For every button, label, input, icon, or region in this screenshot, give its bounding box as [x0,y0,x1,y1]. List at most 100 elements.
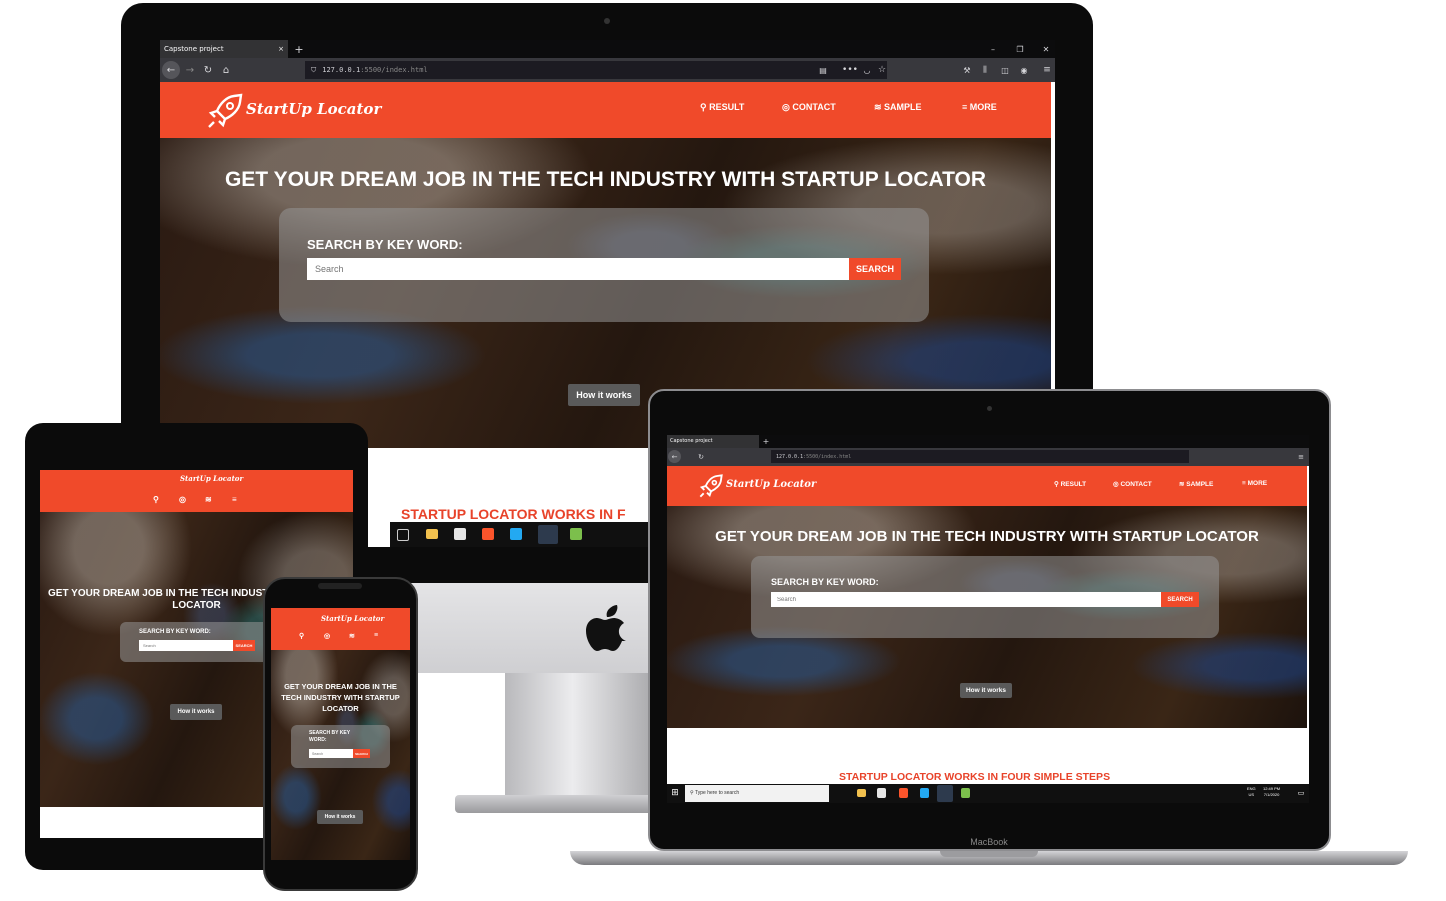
laptop-vscode-icon[interactable] [920,788,929,798]
phone-nav-contact-icon[interactable]: ◎ [324,632,330,640]
phone-search-card: SEARCH BY KEY WORD: SEARCH [291,725,390,768]
tab-title: Capstone project [164,45,224,53]
laptop-tab-title: Capstone project [670,438,713,444]
store-icon[interactable] [454,528,466,540]
wifi-icon: ≋ [874,102,885,112]
laptop-hero-title: GET YOUR DREAM JOB IN THE TECH INDUSTRY … [715,528,1259,545]
laptop-search-input[interactable] [771,592,1161,607]
nav-sample[interactable]: ≋ SAMPLE [874,102,922,113]
maximize-button[interactable]: ❐ [1013,40,1027,58]
phone-nav-menu-icon[interactable]: ≡ [374,632,378,639]
laptop-reload-icon[interactable]: ↻ [695,450,707,463]
tablet-search-button[interactable]: SEARCH [233,640,255,651]
tray-clock[interactable]: 12:49 PM 7/1/2020 [1263,786,1280,798]
laptop-search-button[interactable]: SEARCH [1161,592,1199,607]
nav-contact[interactable]: ◎ CONTACT [782,102,836,113]
site-logo[interactable]: StartUp Locator [246,100,381,118]
close-window-button[interactable]: ✕ [1039,40,1053,58]
nav-more[interactable]: ≡ MORE [962,102,997,112]
laptop-nav-more[interactable]: ≡ MORE [1242,480,1267,487]
task-view-icon[interactable] [397,529,409,541]
tablet-nav-wifi-icon[interactable]: ≋ [205,495,212,504]
windows-search-placeholder: Type here to search [694,790,740,796]
notification-icon[interactable]: ▭ [1296,787,1306,799]
rocket-icon [204,90,246,132]
reload-icon[interactable]: ↻ [200,61,216,79]
hero-title: GET YOUR DREAM JOB IN THE TECH INDUSTRY … [224,168,987,191]
phone-how-it-works-button[interactable]: How it works [317,810,363,824]
phone-nav-wifi-icon[interactable]: ≋ [349,632,355,640]
search-input[interactable] [307,258,849,280]
laptop-git-icon[interactable] [961,788,970,798]
account-icon[interactable]: ◉ [1017,61,1031,79]
tablet-logo[interactable]: StartUp Locator [180,474,243,483]
nav-result-label: RESULT [709,102,745,112]
tablet-navbar: StartUp Locator ⚲ ◎ ≋ ≡ [40,470,353,512]
laptop-browser-urlbar: ← ↻ 127.0.0.1:5500/index.html ≡ [667,448,1309,466]
more-actions-icon[interactable]: ••• [842,61,858,79]
laptop-browser-tab[interactable]: Capstone project [667,435,759,448]
git-icon[interactable] [570,528,582,540]
laptop-browser-tabbar: Capstone project + [667,435,1309,448]
hamburger-icon[interactable]: ≡ [1040,61,1054,79]
laptop-site-navbar: StartUp Locator ⚲ RESULT ◎ CONTACT ≋ SAM… [667,466,1307,506]
file-explorer-icon[interactable] [426,529,438,539]
tools-icon[interactable]: ⚒ [960,61,974,79]
minimize-button[interactable]: – [986,40,1000,58]
firefox-icon[interactable] [538,525,558,544]
laptop-notch [940,851,1038,857]
phone-hero-title-1: GET YOUR DREAM JOB IN THE [284,682,397,691]
windows-start-icon[interactable]: ⊞ [669,787,681,799]
laptop-url-field[interactable]: 127.0.0.1:5500/index.html [771,450,1189,463]
laptop-nav-contact[interactable]: ◎ CONTACT [1113,480,1152,488]
library-icon[interactable]: ⫼ [978,61,992,79]
tablet-search-label: SEARCH BY KEY WORD: [139,629,211,635]
site-navbar: StartUp Locator ⚲ RESULT ◎ CONTACT ≋ SAM… [160,82,1051,138]
tablet-nav-menu-icon[interactable]: ≡ [232,495,237,504]
pocket-icon[interactable]: ◡ [860,61,874,79]
laptop-back-icon[interactable]: ← [668,450,681,463]
tablet-nav-search-icon[interactable]: ⚲ [153,495,159,504]
new-tab-button[interactable]: + [292,40,306,58]
how-it-works-button[interactable]: How it works [568,384,640,406]
tablet-nav-contact-icon[interactable]: ◎ [179,495,186,504]
laptop-nav-sample[interactable]: ≋ SAMPLE [1179,480,1213,488]
phone-search-button[interactable]: SEARCH [353,749,370,758]
laptop-hamburger-icon[interactable]: ≡ [1295,450,1307,463]
phone-search-input[interactable] [309,749,353,758]
laptop-brave-icon[interactable] [899,788,908,798]
url-field[interactable]: ⛉ 127.0.0.1:5500/index.html [305,61,887,79]
browser-tab[interactable]: Capstone project × [160,40,288,58]
tray-date: 7/1/2020 [1263,792,1280,797]
tray-lang[interactable]: ENG US [1247,786,1256,798]
sidebar-icon[interactable]: ◫ [998,61,1012,79]
laptop-nav-more-label: MORE [1247,480,1268,487]
windows-search-box[interactable]: ⚲ Type here to search [685,785,829,802]
brave-icon[interactable] [482,528,494,540]
laptop-how-it-works-button[interactable]: How it works [960,683,1012,698]
phone-hero-title-3: LOCATOR [322,704,359,713]
search-button[interactable]: SEARCH [849,258,901,280]
phone-logo[interactable]: StartUp Locator [321,614,384,623]
laptop-nav-result[interactable]: ⚲ RESULT [1054,480,1086,488]
reader-icon[interactable]: ▤ [816,61,830,79]
tablet-search-input[interactable] [139,640,233,651]
laptop-file-explorer-icon[interactable] [857,789,866,797]
tablet-how-it-works-button[interactable]: How it works [170,704,222,720]
star-icon[interactable]: ☆ [875,61,889,79]
laptop-new-tab-button[interactable]: + [761,435,771,448]
laptop-nav-result-label: RESULT [1060,481,1087,488]
home-icon[interactable]: ⌂ [218,61,234,79]
phone-hero-title-2: TECH INDUSTRY WITH STARTUP [281,693,400,702]
laptop-store-icon[interactable] [877,788,886,798]
back-icon[interactable]: ← [162,61,180,79]
forward-icon[interactable]: → [182,61,198,79]
vscode-icon[interactable] [510,528,522,540]
nav-result[interactable]: ⚲ RESULT [700,102,744,113]
imac-taskbar [390,522,650,547]
laptop-site-logo[interactable]: StartUp Locator [726,479,816,490]
close-tab-icon[interactable]: × [278,40,284,58]
laptop-screen: Capstone project + ← ↻ 127.0.0.1:5500/in… [667,435,1309,803]
phone-nav-search-icon[interactable]: ⚲ [299,632,304,640]
laptop-firefox-icon[interactable] [937,785,953,802]
